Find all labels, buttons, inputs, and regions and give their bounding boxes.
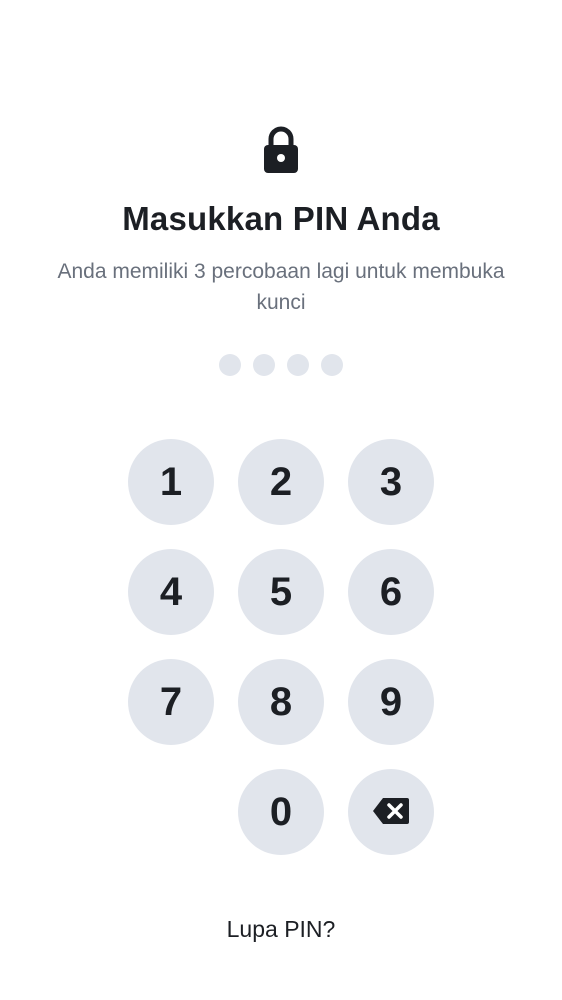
backspace-button[interactable] bbox=[348, 769, 434, 855]
keypad-key-7[interactable]: 7 bbox=[128, 659, 214, 745]
backspace-icon bbox=[372, 790, 410, 835]
keypad-key-5[interactable]: 5 bbox=[238, 549, 324, 635]
keypad-key-6[interactable]: 6 bbox=[348, 549, 434, 635]
keypad-key-1[interactable]: 1 bbox=[128, 439, 214, 525]
pin-indicator bbox=[0, 354, 562, 376]
keypad-key-8[interactable]: 8 bbox=[238, 659, 324, 745]
keypad-key-2[interactable]: 2 bbox=[238, 439, 324, 525]
keypad-key-4[interactable]: 4 bbox=[128, 549, 214, 635]
keypad-key-3[interactable]: 3 bbox=[348, 439, 434, 525]
pin-dot bbox=[253, 354, 275, 376]
attempts-remaining-text: Anda memiliki 3 percobaan lagi untuk mem… bbox=[57, 260, 505, 314]
pin-dot bbox=[287, 354, 309, 376]
lock-icon bbox=[262, 126, 300, 174]
forgot-pin-link[interactable]: Lupa PIN? bbox=[0, 916, 562, 943]
pin-dot bbox=[219, 354, 241, 376]
page-title: Masukkan PIN Anda bbox=[122, 200, 440, 237]
keypad-key-0[interactable]: 0 bbox=[238, 769, 324, 855]
pin-dot bbox=[321, 354, 343, 376]
keypad-key-9[interactable]: 9 bbox=[348, 659, 434, 745]
